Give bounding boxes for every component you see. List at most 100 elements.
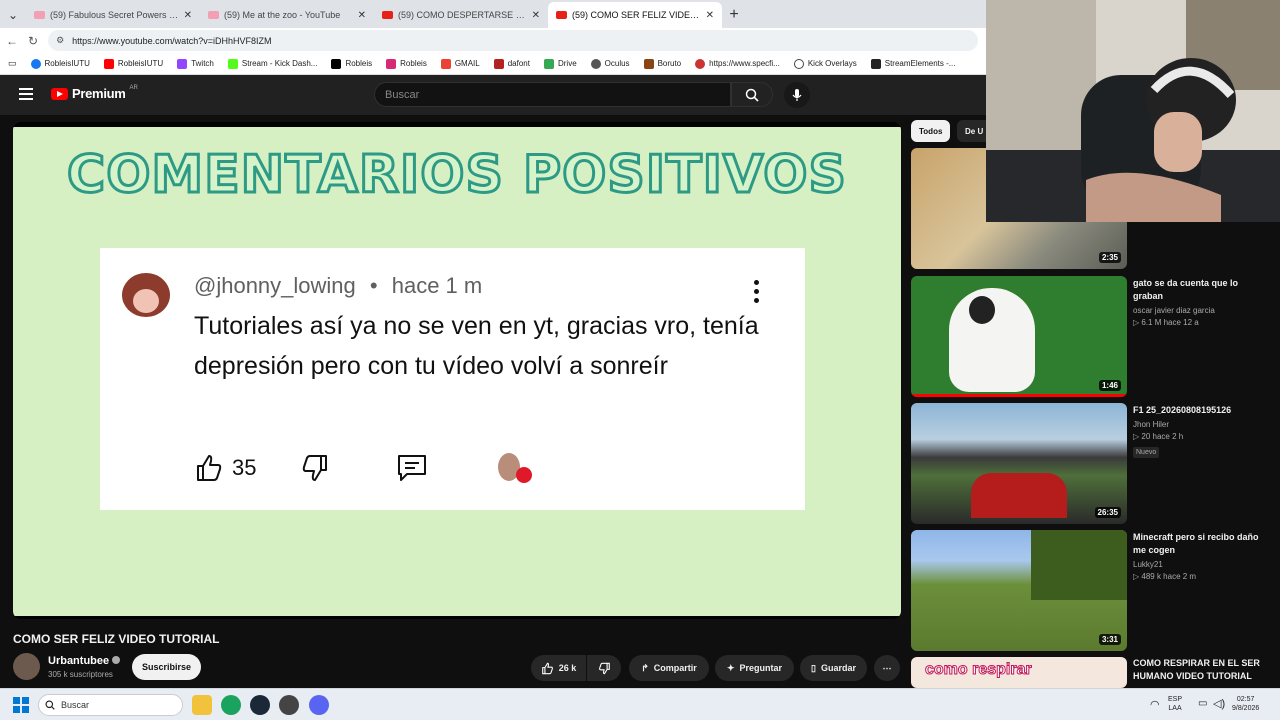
logo-text: Premium: [72, 86, 126, 101]
bookmark-item[interactable]: Kick Overlays: [793, 58, 857, 69]
bookmark-item[interactable]: Oculus: [590, 58, 630, 69]
video-player[interactable]: COMENTARIOS POSITIVOS @jhonny_lowing • h…: [13, 122, 901, 619]
wifi-icon[interactable]: ◠: [1150, 698, 1160, 711]
more-actions-button[interactable]: ⋯: [874, 655, 900, 681]
bookmarks-icon[interactable]: ▭: [8, 58, 17, 69]
bookmark-item[interactable]: Twitch: [177, 58, 214, 69]
channel-name[interactable]: Urbantubee: [48, 655, 121, 667]
youtube-favicon-icon: [556, 11, 567, 19]
related-thumbnail[interactable]: 3:31: [911, 530, 1127, 651]
related-channel: Jhon Hiler: [1133, 420, 1170, 429]
tab-close-icon[interactable]: ✕: [532, 10, 540, 21]
chrome-icon[interactable]: [279, 695, 299, 715]
taskbar-search-input[interactable]: Buscar: [38, 694, 183, 716]
network-icon[interactable]: ▭: [1198, 698, 1207, 709]
like-button[interactable]: 26 k: [531, 655, 586, 681]
related-thumbnail[interactable]: 26:35: [911, 403, 1127, 524]
webcam-person-image: [986, 0, 1280, 222]
bookmark-label: Robleis: [345, 59, 373, 68]
voice-search-button[interactable]: [784, 82, 810, 108]
share-button[interactable]: ↱ Compartir: [629, 655, 709, 681]
dislike-button[interactable]: [587, 655, 621, 681]
browser-tab-3[interactable]: (59) COMO DESPERTARSE VIDEO T ✕: [374, 2, 548, 28]
clock[interactable]: 02:57 9/8/2026: [1232, 695, 1259, 713]
related-info[interactable]: COMO RESPIRAR EN EL SER HUMANO VIDEO TUT…: [1133, 657, 1268, 683]
bookmark-item[interactable]: RobleisIUTU: [30, 58, 90, 69]
comment-handle: @jhonny_lowing: [194, 273, 356, 298]
volume-icon[interactable]: ◁): [1213, 697, 1225, 710]
related-meta: ▷ 20 hace 2 h: [1133, 432, 1184, 441]
reply-comment-icon: [398, 455, 427, 481]
bookmark-item[interactable]: Stream - Kick Dash...: [227, 58, 318, 69]
bookmark-label: Kick Overlays: [807, 59, 857, 68]
related-channel: Lukky21: [1133, 560, 1163, 569]
related-thumbnail[interactable]: 1:46: [911, 276, 1127, 397]
language-code: ESP: [1168, 696, 1183, 703]
file-explorer-icon[interactable]: [192, 695, 212, 715]
subscriber-count: 305 k suscriptores: [48, 670, 113, 679]
discord-icon[interactable]: [309, 695, 329, 715]
bookmark-label: RobleisIUTU: [44, 59, 90, 68]
browser-tab-2[interactable]: (59) Me at the zoo - YouTube ✕: [200, 2, 374, 28]
comment-card: @jhonny_lowing • hace 1 m Tutoriales así…: [100, 248, 805, 510]
related-title: Minecraft pero si recibo daño me cogen: [1133, 532, 1259, 555]
search-button[interactable]: [731, 82, 773, 107]
windows-taskbar: Buscar ◠ ESP LAA ▭ ◁) 02:57 9/8/2026: [0, 688, 1280, 720]
site-info-icon[interactable]: ⚙: [56, 35, 64, 46]
like-count: 26 k: [558, 663, 577, 673]
share-label: Compartir: [653, 663, 697, 673]
bookmark-item[interactable]: https://www.specfi...: [695, 58, 780, 69]
back-arrow-icon[interactable]: ←: [6, 34, 18, 48]
browser-tab-4-active[interactable]: (59) COMO SER FELIZ VIDEO TUTO ✕: [548, 2, 722, 28]
youtube-favicon-icon: [34, 11, 45, 19]
video-frame: COMENTARIOS POSITIVOS @jhonny_lowing • h…: [13, 127, 901, 616]
youtube-premium-logo[interactable]: Premium AR: [51, 84, 138, 101]
boruto-icon: [643, 58, 654, 69]
bookmark-item[interactable]: RobleisIUTU: [103, 58, 164, 69]
bookmark-label: Drive: [557, 59, 577, 68]
new-tab-plus-icon[interactable]: +: [722, 2, 746, 28]
channel-avatar[interactable]: [13, 653, 40, 680]
address-bar[interactable]: ⚙ https://www.youtube.com/watch?v=iDHhHV…: [48, 30, 979, 51]
bookmark-label: Stream - Kick Dash...: [241, 59, 318, 68]
video-duration: 2:35: [1098, 252, 1121, 263]
tab-title: (59) Me at the zoo - YouTube: [224, 10, 341, 20]
oculus-icon: [590, 58, 601, 69]
related-title: gato se da cuenta que lo graban: [1133, 278, 1239, 301]
subscribe-button[interactable]: Suscribirse: [132, 654, 201, 680]
bookmark-item[interactable]: Robleis: [386, 58, 427, 69]
tab-close-icon[interactable]: ✕: [184, 10, 192, 21]
ask-button[interactable]: ✦ Preguntar: [715, 655, 794, 681]
comment-more-icon: [754, 280, 760, 307]
menu-hamburger-icon[interactable]: [19, 88, 33, 100]
bookmark-item[interactable]: GMAIL: [440, 58, 480, 69]
bookmark-item[interactable]: StreamElements -...: [870, 58, 955, 69]
search-input[interactable]: Buscar: [374, 82, 731, 107]
tab-close-icon[interactable]: ✕: [706, 10, 714, 21]
bookmark-label: RobleisIUTU: [117, 59, 164, 68]
edge-browser-icon[interactable]: [221, 695, 241, 715]
bookmark-item[interactable]: Robleis: [331, 58, 373, 69]
language-indicator[interactable]: ESP LAA: [1168, 695, 1182, 713]
verified-icon: [112, 656, 121, 664]
save-button[interactable]: ▯ Guardar: [800, 655, 867, 681]
steam-icon[interactable]: [250, 695, 270, 715]
bookmark-item[interactable]: dafont: [493, 58, 530, 69]
twitch-icon: [177, 58, 188, 69]
related-thumbnail[interactable]: como respirar: [911, 657, 1127, 688]
tab-close-icon[interactable]: ✕: [358, 10, 366, 21]
tab-search-chevron-icon[interactable]: ⌄: [0, 2, 26, 28]
filter-chip-all[interactable]: Todos: [911, 120, 951, 142]
reload-icon[interactable]: ↻: [28, 34, 38, 48]
bookmark-item[interactable]: Drive: [543, 58, 577, 69]
related-info[interactable]: gato se da cuenta que lo graban oscar ja…: [1133, 277, 1268, 327]
comment-header: @jhonny_lowing • hace 1 m: [194, 273, 482, 299]
related-info[interactable]: Minecraft pero si recibo daño me cogen L…: [1133, 531, 1268, 581]
thumbs-up-icon: [541, 662, 553, 674]
logo-region: AR: [129, 84, 138, 91]
browser-tab-1[interactable]: (59) Fabulous Secret Powers - You ✕: [26, 2, 200, 28]
bookmark-item[interactable]: Boruto: [643, 58, 681, 69]
related-info[interactable]: F1 25_20260808195126 Jhon Hiler ▷ 20 hac…: [1133, 404, 1268, 459]
windows-start-icon[interactable]: [13, 697, 29, 713]
tab-title: (59) COMO DESPERTARSE VIDEO T: [398, 10, 527, 20]
